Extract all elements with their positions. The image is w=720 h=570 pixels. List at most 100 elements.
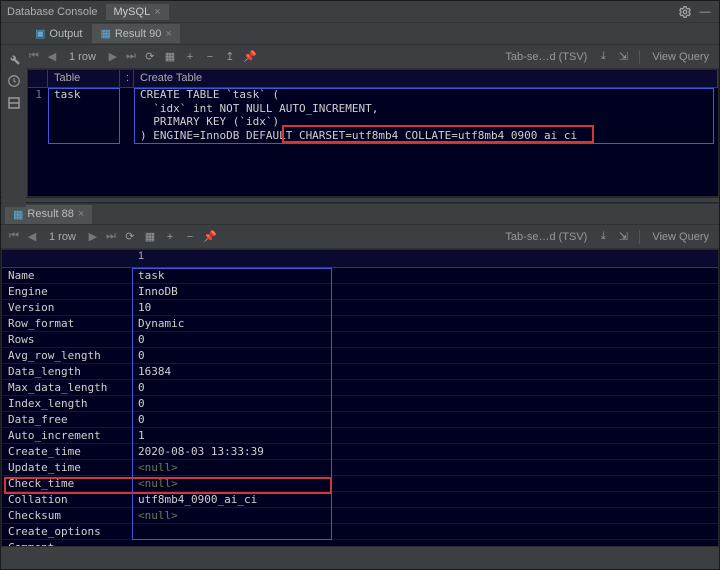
view-query-button[interactable]: View Query [652, 51, 709, 63]
row-value[interactable]: 2020-08-03 13:33:39 [132, 444, 718, 459]
col-table[interactable]: Table [48, 70, 120, 87]
row-key: Engine [2, 284, 132, 299]
last-page-icon[interactable]: ⏭ [124, 50, 138, 63]
row-key: Max_data_length [2, 380, 132, 395]
download-icon[interactable]: ⤓ [595, 230, 611, 243]
wrench-icon[interactable] [6, 51, 22, 67]
result90-tab[interactable]: ▦ Result 90 × [92, 24, 179, 43]
table-row[interactable]: Rows0 [2, 332, 718, 348]
refresh-icon[interactable]: ⟳ [122, 230, 138, 243]
add-row-icon[interactable]: + [182, 51, 198, 63]
table-row[interactable]: Check_time<null> [2, 476, 718, 492]
row-value[interactable]: Dynamic [132, 316, 718, 331]
table-row[interactable]: Comment [2, 540, 718, 547]
close-icon[interactable]: × [78, 208, 84, 220]
row-value[interactable]: 0 [132, 412, 718, 427]
first-page-icon[interactable]: ⏮ [27, 50, 41, 63]
row-value[interactable]: 0 [132, 348, 718, 363]
row-value[interactable]: <null> [132, 508, 718, 523]
export-icon[interactable]: ⇲ [615, 230, 631, 243]
row-count-label: 1 row [69, 51, 96, 63]
result88-grid[interactable]: 1 NametaskEngineInnoDBVersion10Row_forma… [1, 249, 719, 547]
row-key: Collation [2, 492, 132, 507]
history-icon[interactable] [6, 73, 22, 89]
download-icon[interactable]: ⤓ [595, 50, 611, 63]
row-value[interactable]: InnoDB [132, 284, 718, 299]
view-query-button[interactable]: View Query [652, 231, 709, 243]
export-format[interactable]: Tab-se…d (TSV) [505, 51, 587, 63]
first-page-icon[interactable]: ⏮ [7, 230, 21, 243]
col-1[interactable]: 1 [132, 250, 718, 267]
table-row[interactable]: Update_time<null> [2, 460, 718, 476]
col-divider: : [120, 70, 134, 87]
table-row[interactable]: Index_length0 [2, 396, 718, 412]
layout-icon[interactable] [6, 95, 22, 111]
table-row[interactable]: Collationutf8mb4_0900_ai_ci [2, 492, 718, 508]
table-row[interactable]: Max_data_length0 [2, 380, 718, 396]
grid-icon[interactable]: ▦ [142, 230, 158, 243]
table-row[interactable]: Avg_row_length0 [2, 348, 718, 364]
close-icon[interactable]: × [165, 28, 171, 40]
row-key: Create_options [2, 524, 132, 539]
row-key: Auto_increment [2, 428, 132, 443]
db-tab-label: MySQL [114, 6, 151, 18]
output-tab[interactable]: ▣ Output [27, 24, 90, 43]
db-tab-mysql[interactable]: MySQL × [106, 4, 169, 20]
pin-icon[interactable]: 📌 [242, 50, 258, 63]
table-row[interactable]: Create_options [2, 524, 718, 540]
table-row[interactable]: Version10 [2, 300, 718, 316]
cell-table-name[interactable]: task [48, 88, 120, 142]
table-row[interactable]: EngineInnoDB [2, 284, 718, 300]
top-tab-row: ▣ Output ▦ Result 90 × [1, 23, 719, 45]
grid-icon[interactable]: ▦ [162, 50, 178, 63]
table-row[interactable]: Data_length16384 [2, 364, 718, 380]
row-key: Version [2, 300, 132, 315]
pin-icon[interactable]: 📌 [202, 230, 218, 243]
table-row[interactable]: Create_time2020-08-03 13:33:39 [2, 444, 718, 460]
remove-row-icon[interactable]: − [202, 51, 218, 63]
row-key: Index_length [2, 396, 132, 411]
settings-icon[interactable] [677, 4, 693, 20]
row-value[interactable]: <null> [132, 460, 718, 475]
row-value[interactable]: task [132, 268, 718, 283]
row-value[interactable] [132, 524, 718, 539]
export-format[interactable]: Tab-se…d (TSV) [505, 231, 587, 243]
row-value[interactable] [132, 540, 718, 547]
row-key: Name [2, 268, 132, 283]
row-key: Update_time [2, 460, 132, 475]
row-value[interactable]: 16384 [132, 364, 718, 379]
row-value[interactable]: 10 [132, 300, 718, 315]
add-row-icon[interactable]: + [162, 231, 178, 243]
result90-grid[interactable]: Table : Create Table 1 task CREATE TABLE… [27, 69, 719, 197]
row-count-label: 1 row [49, 231, 76, 243]
row-value[interactable]: 0 [132, 332, 718, 347]
next-page-icon[interactable]: ▶ [106, 50, 120, 63]
remove-row-icon[interactable]: − [182, 231, 198, 243]
output-tab-label: Output [49, 28, 82, 40]
table-row[interactable]: Auto_increment1 [2, 428, 718, 444]
table-row[interactable]: Data_free0 [2, 412, 718, 428]
row-value[interactable]: 0 [132, 396, 718, 411]
table-row[interactable]: Checksum<null> [2, 508, 718, 524]
row-value[interactable]: 0 [132, 380, 718, 395]
table-row[interactable]: Nametask [2, 268, 718, 284]
row-value[interactable]: 1 [132, 428, 718, 443]
row-value[interactable]: <null> [132, 476, 718, 491]
next-page-icon[interactable]: ▶ [86, 230, 100, 243]
close-icon[interactable]: × [154, 6, 160, 18]
row-key: Data_length [2, 364, 132, 379]
cell-create-table[interactable]: CREATE TABLE `task` ( `idx` int NOT NULL… [134, 88, 718, 142]
hide-icon[interactable]: — [697, 4, 713, 20]
table-row[interactable]: Row_formatDynamic [2, 316, 718, 332]
prev-page-icon[interactable]: ◀ [25, 230, 39, 243]
export-icon[interactable]: ⇲ [615, 50, 631, 63]
prev-page-icon[interactable]: ◀ [45, 50, 59, 63]
last-page-icon[interactable]: ⏭ [104, 230, 118, 243]
row-value[interactable]: utf8mb4_0900_ai_ci [132, 492, 718, 507]
result88-tab[interactable]: ▦ Result 88 × [5, 205, 92, 224]
col-create-table[interactable]: Create Table [134, 70, 718, 87]
row-key: Create_time [2, 444, 132, 459]
refresh-icon[interactable]: ⟳ [142, 50, 158, 63]
commit-icon[interactable]: ↥ [222, 50, 238, 63]
table-row[interactable]: 1 task CREATE TABLE `task` ( `idx` int N… [28, 88, 718, 142]
